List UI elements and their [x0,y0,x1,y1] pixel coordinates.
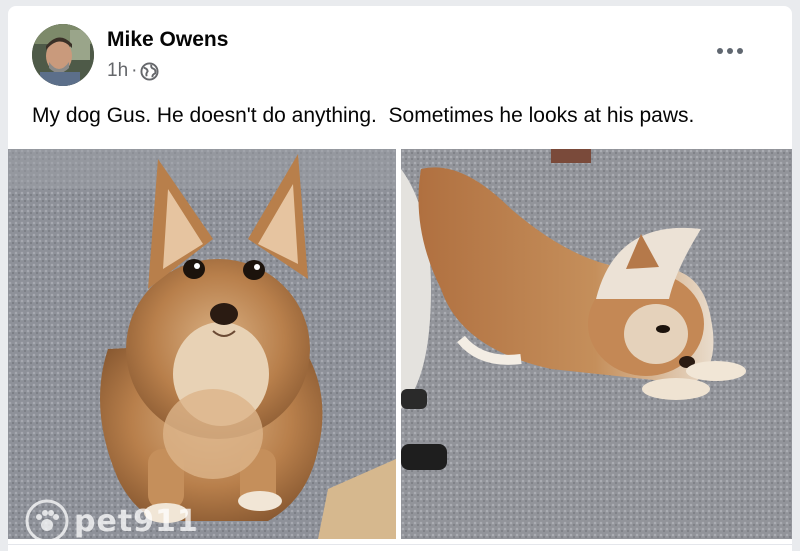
post-text: My dog Gus. He doesn't do anything. Some… [32,104,695,127]
author-avatar[interactable] [32,24,94,86]
photo-grid [8,149,792,539]
pet911-watermark: pet911 [24,498,199,544]
globe-icon[interactable] [140,61,159,81]
more-options-icon[interactable] [710,36,750,66]
meta-separator: · [131,60,138,81]
author-name[interactable]: Mike Owens [107,28,228,52]
more-dot [737,48,743,54]
more-dot [717,48,723,54]
more-dot [727,48,733,54]
post-meta: 1h · [107,60,159,82]
watermark-text: pet911 [74,503,199,539]
post-card: Mike Owens 1h · My dog Gus. He doesn't d… [8,6,792,551]
photo-dog-front[interactable] [8,149,396,539]
post-footer-divider [8,544,792,551]
post-header: Mike Owens 1h · [8,6,792,92]
photo-dog-paws[interactable] [401,149,792,539]
paw-logo-icon [25,499,69,543]
post-timestamp[interactable]: 1h [107,60,128,82]
avatar-image [32,24,94,86]
photo-image [8,149,396,539]
photo-image [401,149,792,539]
